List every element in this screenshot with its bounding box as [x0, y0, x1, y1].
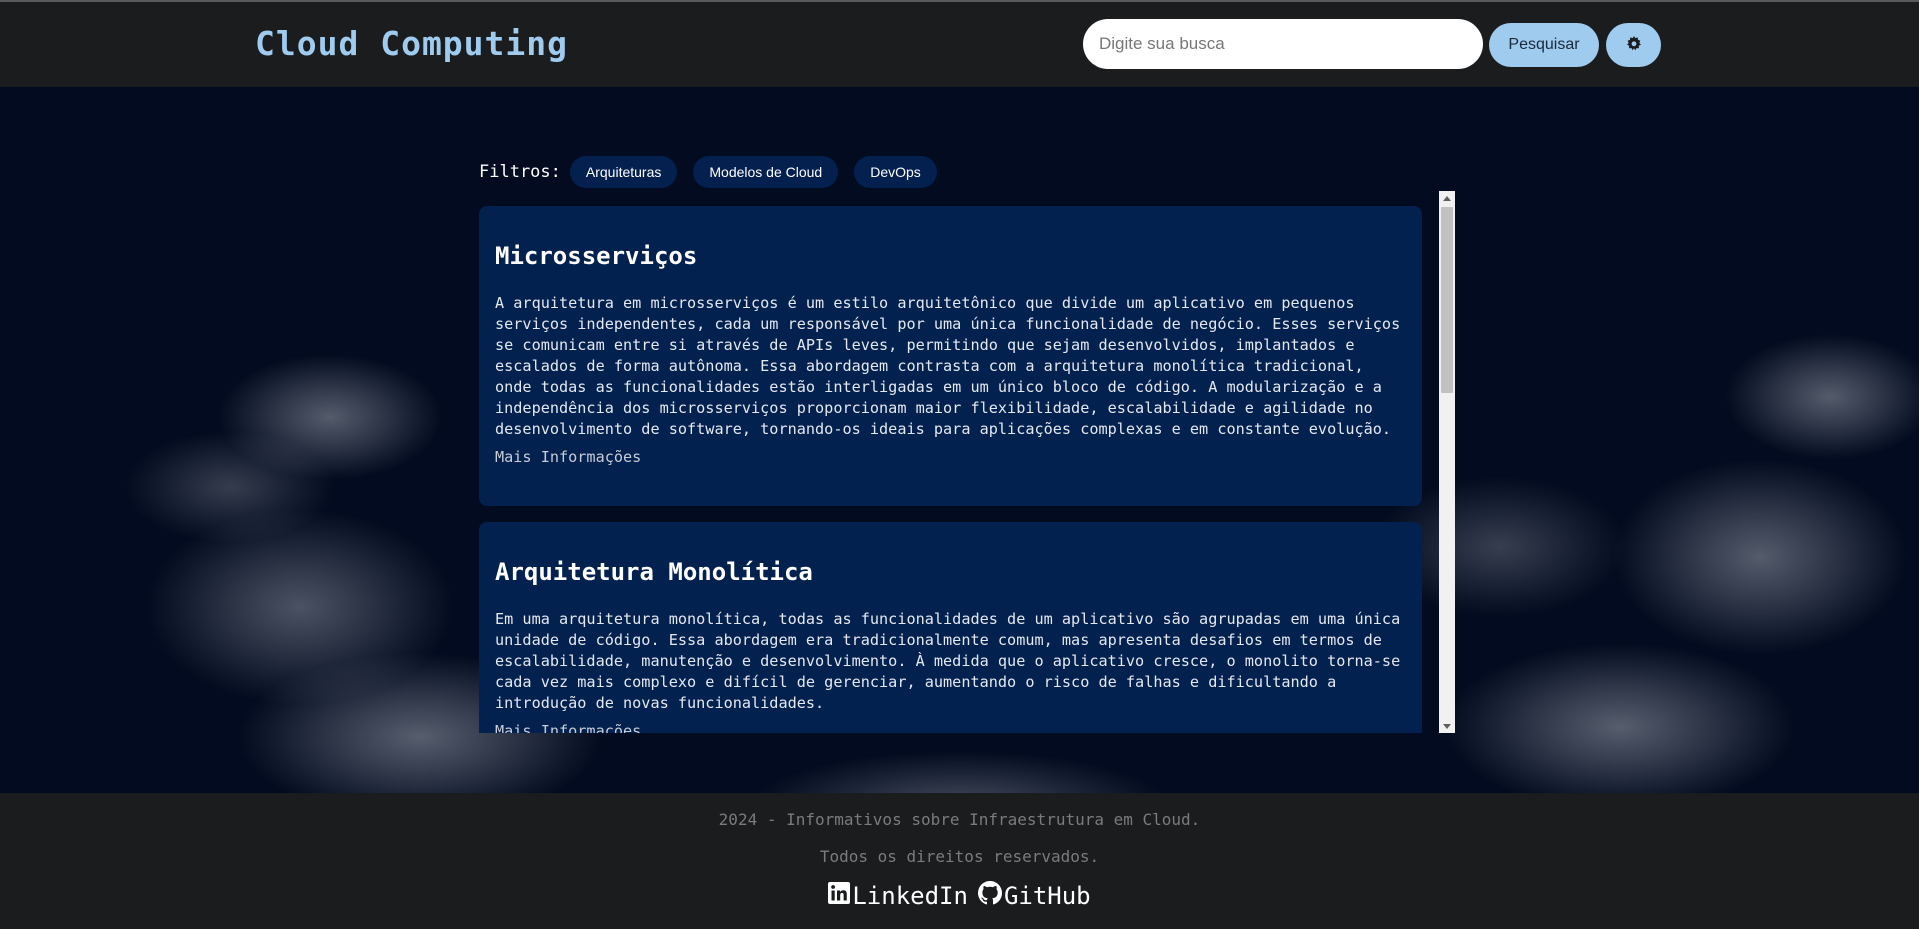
card-title: Microsserviços	[495, 242, 698, 270]
cards-list[interactable]: Microsserviços A arquitetura em microsse…	[479, 191, 1455, 733]
info-card: Arquitetura Monolítica Em uma arquitetur…	[479, 522, 1422, 733]
linkedin-label: LinkedIn	[852, 882, 968, 910]
filter-bar: Filtros: Arquiteturas Modelos de Cloud D…	[479, 156, 953, 188]
footer-copyright: 2024 - Informativos sobre Infraestrutura…	[718, 810, 1201, 829]
scroll-up-arrow-icon[interactable]	[1439, 191, 1455, 205]
filter-chip-modelos-de-cloud[interactable]: Modelos de Cloud	[693, 156, 839, 188]
linkedin-link[interactable]: LinkedIn	[828, 882, 968, 910]
theme-toggle-button[interactable]	[1606, 23, 1661, 67]
footer-rights: Todos os direitos reservados.	[819, 847, 1100, 866]
info-card: Microsserviços A arquitetura em microsse…	[479, 206, 1422, 506]
site-title[interactable]: Cloud Computing	[255, 24, 568, 63]
card-body: Em uma arquitetura monolítica, todas as …	[495, 610, 1401, 712]
card-more-info-link[interactable]: Mais Informações	[495, 448, 1406, 466]
social-links: LinkedIn GitHub	[0, 881, 1919, 911]
gear-icon	[1626, 35, 1642, 55]
card-title: Arquitetura Monolítica	[495, 558, 813, 586]
github-link[interactable]: GitHub	[977, 881, 1091, 911]
filter-chip-arquiteturas[interactable]: Arquiteturas	[569, 156, 678, 188]
site-header: Cloud Computing Pesquisar	[0, 2, 1919, 87]
github-label: GitHub	[1003, 882, 1091, 910]
scrollbar-thumb[interactable]	[1441, 207, 1453, 393]
github-icon	[977, 881, 1002, 911]
search-button[interactable]: Pesquisar	[1489, 23, 1599, 67]
scrollbar[interactable]	[1439, 191, 1455, 733]
scroll-down-arrow-icon[interactable]	[1439, 719, 1455, 733]
card-body: A arquitetura em microsserviços é um est…	[495, 294, 1401, 438]
filter-chip-devops[interactable]: DevOps	[854, 156, 937, 188]
site-footer: 2024 - Informativos sobre Infraestrutura…	[0, 793, 1919, 929]
linkedin-icon	[828, 882, 851, 910]
card-more-info-link[interactable]: Mais Informações	[495, 722, 1406, 733]
filters-label: Filtros:	[479, 162, 561, 182]
search-input[interactable]	[1083, 19, 1483, 69]
